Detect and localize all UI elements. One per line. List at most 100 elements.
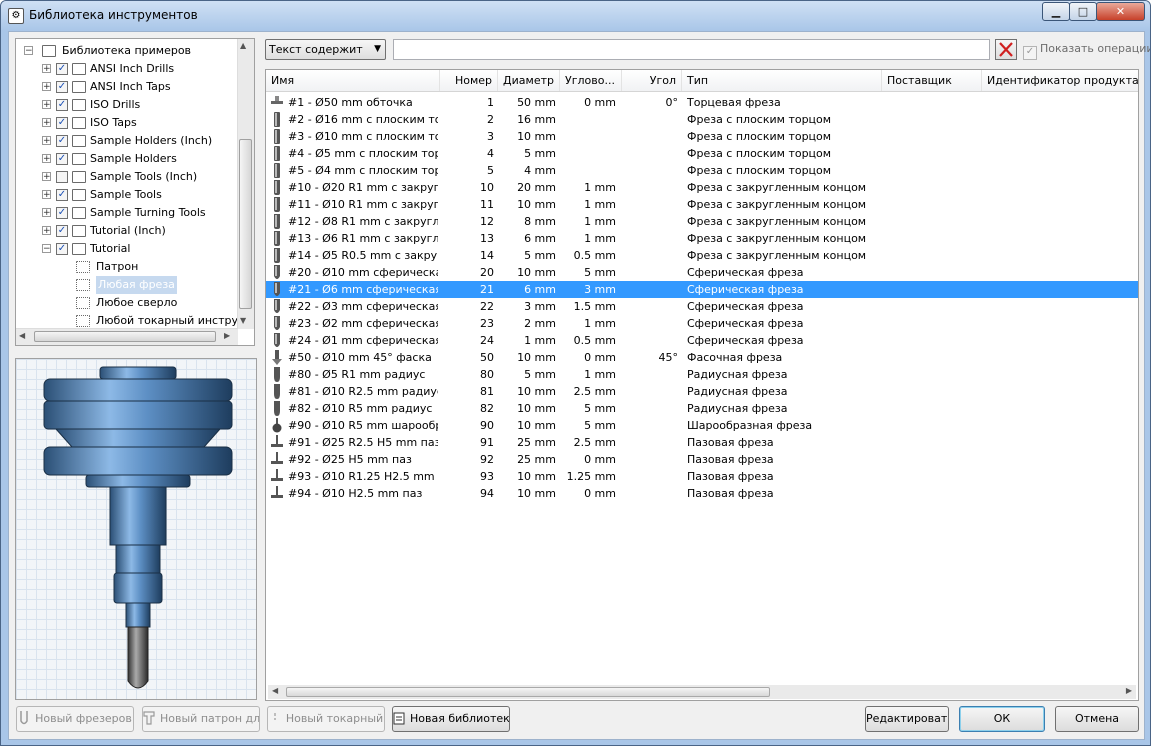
library-folder-icon bbox=[72, 81, 86, 93]
cell-number: 11 bbox=[480, 198, 494, 211]
checkbox-icon[interactable]: ✓ bbox=[1023, 46, 1037, 60]
scroll-left-icon[interactable]: ◀ bbox=[272, 686, 278, 695]
new-holder-button[interactable]: Новый патрон дл bbox=[142, 706, 260, 732]
new-turning-button[interactable]: Новый токарный bbox=[267, 706, 385, 732]
cell-type: Радиусная фреза bbox=[687, 385, 788, 398]
cell-angle bbox=[622, 417, 678, 434]
minimize-icon: ▁ bbox=[1051, 5, 1061, 18]
cell-corner-radius: 2.5 mm bbox=[573, 436, 616, 449]
maximize-button[interactable]: □ bbox=[1069, 2, 1097, 21]
table-row[interactable]: #2 - Ø16 mm с плоским тор... 2 16 mm Фреза … bbox=[266, 111, 1138, 128]
library-checkbox[interactable]: ✓ bbox=[56, 63, 68, 75]
close-button[interactable]: ✕ bbox=[1096, 2, 1145, 21]
filter-mode-dropdown[interactable]: Текст содержит ▼ bbox=[265, 39, 386, 60]
bull-nose-mill-icon bbox=[274, 214, 280, 229]
table-row[interactable]: #94 - Ø10 H2.5 mm паз 94 10 mm 0 mm Пазовая … bbox=[266, 485, 1138, 502]
expand-icon[interactable]: + bbox=[42, 64, 51, 74]
column-header-product-id[interactable]: Идентификатор продукта bbox=[982, 70, 1138, 91]
edit-button[interactable]: Редактировать bbox=[865, 706, 949, 732]
table-row[interactable]: #92 - Ø25 H5 mm паз 92 25 mm 0 mm Пазовая фр… bbox=[266, 451, 1138, 468]
cell-diameter: 25 mm bbox=[517, 436, 556, 449]
table-row[interactable]: #50 - Ø10 mm 45° фаска 50 10 mm 0 mm 45° Фасо… bbox=[266, 349, 1138, 366]
table-row[interactable]: #20 - Ø10 mm сферическая 20 10 mm 5 mm Сфери… bbox=[266, 264, 1138, 281]
table-row[interactable]: #90 - Ø10 R5 mm шарообра... 90 10 mm 5 mm Ша… bbox=[266, 417, 1138, 434]
minimize-button[interactable]: ▁ bbox=[1042, 2, 1070, 21]
table-row[interactable]: #3 - Ø10 mm с плоским тор... 3 10 mm Фреза … bbox=[266, 128, 1138, 145]
table-row[interactable]: #11 - Ø10 R1 mm с закругл... 11 10 mm 1 mm Ф… bbox=[266, 196, 1138, 213]
tree-hscroll-thumb[interactable] bbox=[34, 331, 216, 342]
table-row[interactable]: #14 - Ø5 R0.5 mm с закругл... 14 5 mm 0.5 m… bbox=[266, 247, 1138, 264]
expand-icon[interactable]: + bbox=[42, 208, 51, 218]
column-header-angle[interactable]: Угол bbox=[622, 70, 682, 91]
table-horizontal-scrollbar[interactable]: ◀ ▶ bbox=[268, 685, 1136, 699]
library-checkbox[interactable]: ✓ bbox=[56, 225, 68, 237]
column-header-number[interactable]: Номер bbox=[440, 70, 498, 91]
ok-button[interactable]: ОК bbox=[959, 706, 1045, 732]
table-row[interactable]: #4 - Ø5 mm с плоским торцом 4 5 mm Фреза с … bbox=[266, 145, 1138, 162]
column-header-corner-radius[interactable]: Углово... bbox=[560, 70, 622, 91]
table-row-selected[interactable]: #21 - Ø6 mm сферическая 21 6 mm 3 mm Сфериче… bbox=[266, 281, 1138, 298]
title-bar[interactable]: ⚙ Библиотека инструментов ▁ □ ✕ bbox=[1, 1, 1150, 31]
table-row[interactable]: #81 - Ø10 R2.5 mm радиус 81 10 mm 2.5 mm Рад… bbox=[266, 383, 1138, 400]
show-operations-checkbox[interactable]: ✓ Показать операции bbox=[1023, 42, 1150, 60]
tree-horizontal-scrollbar[interactable]: ◀ ▶ bbox=[16, 328, 238, 345]
collapse-icon[interactable]: − bbox=[24, 46, 33, 56]
expand-icon[interactable]: + bbox=[42, 226, 51, 236]
table-row[interactable]: #80 - Ø5 R1 mm радиус 80 5 mm 1 mm Радиусная… bbox=[266, 366, 1138, 383]
table-row[interactable]: #91 - Ø25 R2.5 H5 mm паз 91 25 mm 2.5 mm Паз… bbox=[266, 434, 1138, 451]
library-checkbox[interactable]: ✓ bbox=[56, 189, 68, 201]
expand-icon[interactable]: + bbox=[42, 100, 51, 110]
table-row[interactable]: #13 - Ø6 R1 mm с закругле... 13 6 mm 1 mm Фр… bbox=[266, 230, 1138, 247]
radius-mill-icon bbox=[274, 367, 280, 382]
library-checkbox[interactable]: ✓ bbox=[56, 153, 68, 165]
cell-type: Сферическая фреза bbox=[687, 266, 804, 279]
table-row[interactable]: #1 - Ø50 mm обточка 1 50 mm 0 mm 0° Торцевая … bbox=[266, 94, 1138, 111]
tree-vertical-scrollbar[interactable]: ▲ ▼ bbox=[237, 39, 254, 329]
expand-icon[interactable]: + bbox=[42, 136, 51, 146]
table-row[interactable]: #82 - Ø10 R5 mm радиус 82 10 mm 5 mm Радиусн… bbox=[266, 400, 1138, 417]
new-mill-button[interactable]: Новый фрезеров bbox=[16, 706, 134, 732]
expand-icon[interactable]: + bbox=[42, 118, 51, 128]
tree-scroll-thumb[interactable] bbox=[239, 139, 252, 309]
library-checkbox[interactable]: ✓ bbox=[56, 99, 68, 111]
scroll-right-icon[interactable]: ▶ bbox=[224, 331, 230, 340]
table-row[interactable]: #12 - Ø8 R1 mm с закругле... 12 8 mm 1 mm Фр… bbox=[266, 213, 1138, 230]
library-checkbox[interactable] bbox=[56, 171, 68, 183]
column-header-vendor[interactable]: Поставщик bbox=[882, 70, 982, 91]
library-checkbox[interactable]: ✓ bbox=[56, 81, 68, 93]
library-checkbox[interactable]: ✓ bbox=[56, 117, 68, 129]
cell-angle bbox=[622, 383, 678, 400]
cell-corner-radius: 0.5 mm bbox=[573, 249, 616, 262]
library-checkbox[interactable]: ✓ bbox=[56, 243, 68, 255]
library-checkbox[interactable]: ✓ bbox=[56, 135, 68, 147]
table-row[interactable]: #5 - Ø4 mm с плоским торцом 5 4 mm Фреза с … bbox=[266, 162, 1138, 179]
new-library-button[interactable]: Новая библиотек bbox=[392, 706, 510, 732]
scroll-down-icon[interactable]: ▼ bbox=[240, 316, 246, 325]
cell-diameter: 5 mm bbox=[524, 368, 556, 381]
table-row[interactable]: #93 - Ø10 R1.25 H2.5 mm паз 93 10 mm 1.25 m… bbox=[266, 468, 1138, 485]
library-checkbox[interactable]: ✓ bbox=[56, 207, 68, 219]
column-header-type[interactable]: Тип bbox=[682, 70, 882, 91]
search-input[interactable] bbox=[393, 39, 990, 60]
table-header: Имя Номер Диаметр Углово... Угол Тип Пос… bbox=[266, 70, 1138, 92]
tree-item-label: ISO Taps bbox=[90, 116, 137, 129]
clear-filter-button[interactable] bbox=[995, 39, 1017, 60]
collapse-icon[interactable]: − bbox=[42, 244, 51, 254]
column-header-name[interactable]: Имя bbox=[266, 70, 440, 91]
expand-icon[interactable]: + bbox=[42, 154, 51, 164]
expand-icon[interactable]: + bbox=[42, 82, 51, 92]
column-header-diameter[interactable]: Диаметр bbox=[498, 70, 560, 91]
tool-table[interactable]: Имя Номер Диаметр Углово... Угол Тип Пос… bbox=[265, 69, 1139, 701]
scroll-right-icon[interactable]: ▶ bbox=[1126, 686, 1132, 695]
table-row[interactable]: #24 - Ø1 mm сферическая 24 1 mm 0.5 mm Сфери… bbox=[266, 332, 1138, 349]
table-row[interactable]: #23 - Ø2 mm сферическая 23 2 mm 1 mm Сфериче… bbox=[266, 315, 1138, 332]
library-tree[interactable]: − Библиотека примеров + ✓ ANSI Inch Drills… bbox=[15, 38, 255, 346]
cancel-button[interactable]: Отмена bbox=[1055, 706, 1139, 732]
scroll-left-icon[interactable]: ◀ bbox=[19, 331, 25, 340]
expand-icon[interactable]: + bbox=[42, 190, 51, 200]
table-hscroll-thumb[interactable] bbox=[286, 687, 770, 697]
table-row[interactable]: #10 - Ø20 R1 mm с закругл... 10 20 mm 1 mm Ф… bbox=[266, 179, 1138, 196]
expand-icon[interactable]: + bbox=[42, 172, 51, 182]
scroll-up-icon[interactable]: ▲ bbox=[240, 41, 246, 50]
table-row[interactable]: #22 - Ø3 mm сферическая 22 3 mm 1.5 mm Сфери… bbox=[266, 298, 1138, 315]
